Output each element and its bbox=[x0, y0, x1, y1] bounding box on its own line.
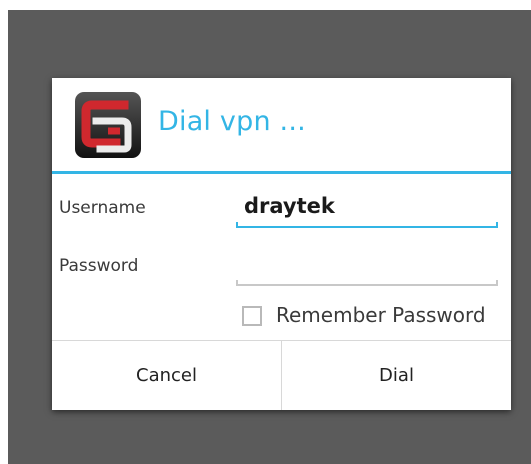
username-underline-tick-right bbox=[496, 222, 498, 228]
password-underline-tick-right bbox=[496, 280, 498, 286]
cancel-button[interactable]: Cancel bbox=[52, 341, 281, 410]
title-divider bbox=[52, 171, 511, 174]
remember-password-row[interactable]: Remember Password bbox=[242, 302, 507, 332]
dimmed-background: Dial vpn ... Username draytek Password R… bbox=[8, 10, 531, 464]
username-underline bbox=[236, 226, 498, 228]
dial-vpn-dialog: Dial vpn ... Username draytek Password R… bbox=[52, 78, 511, 410]
smart-vpn-client-icon bbox=[75, 92, 141, 158]
password-label: Password bbox=[59, 256, 139, 276]
app-icon bbox=[74, 91, 142, 159]
dialog-title: Dial vpn ... bbox=[158, 106, 306, 137]
username-value: draytek bbox=[244, 194, 335, 218]
username-underline-tick-left bbox=[236, 222, 238, 228]
password-underline bbox=[236, 284, 498, 286]
dialog-title-bar: Dial vpn ... bbox=[52, 78, 511, 170]
password-field[interactable] bbox=[236, 250, 498, 286]
remember-password-label: Remember Password bbox=[276, 303, 486, 327]
remember-password-checkbox[interactable] bbox=[242, 306, 262, 326]
username-label: Username bbox=[59, 198, 146, 218]
username-field[interactable]: draytek bbox=[236, 192, 498, 228]
password-underline-tick-left bbox=[236, 280, 238, 286]
dial-button[interactable]: Dial bbox=[282, 341, 511, 410]
